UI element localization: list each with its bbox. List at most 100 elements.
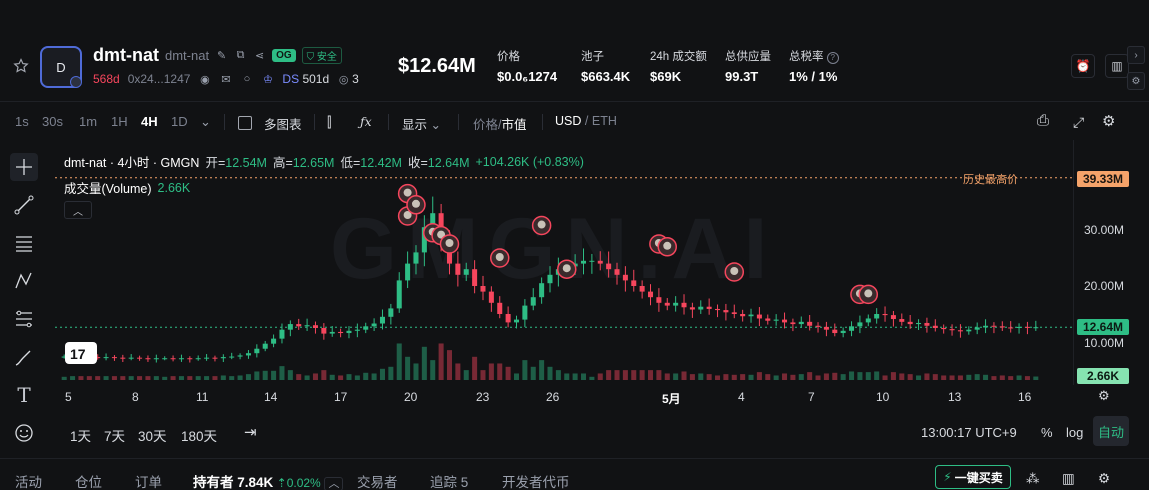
tab-activity[interactable]: 活动 — [15, 471, 42, 490]
bubbles-icon[interactable]: ⁂ — [1026, 471, 1040, 487]
search-icon[interactable]: ○ — [240, 73, 253, 86]
tab-dev-tokens[interactable]: 开发者代币 — [502, 471, 570, 490]
pattern-icon[interactable] — [10, 267, 38, 295]
percent-scale-toggle[interactable]: % — [1041, 425, 1053, 440]
tab-traders[interactable]: 交易者 — [357, 471, 398, 490]
timeframe-1s[interactable]: 1s — [15, 114, 29, 129]
candle-body — [974, 327, 980, 330]
range-1d[interactable]: 1天 — [70, 425, 91, 445]
axis-settings-icon[interactable]: ⚙ — [1098, 388, 1110, 404]
legend-title: dmt-nat · 4小时 · GMGN — [64, 156, 200, 170]
volume-bar — [530, 366, 536, 380]
candle-body — [689, 307, 695, 310]
volume-bar — [178, 376, 184, 380]
fib-levels-icon[interactable] — [10, 305, 38, 333]
candle-body — [111, 357, 117, 359]
panel-toggle-icon[interactable]: ▥ — [1105, 54, 1129, 78]
utc-clock[interactable]: 13:00:17 UTC+9 — [921, 425, 1017, 440]
candle-body — [304, 325, 310, 327]
alarm-clock-icon[interactable]: ⏰ — [1071, 54, 1095, 78]
volume-bar — [1016, 375, 1022, 380]
goto-date-icon[interactable]: ⇥ — [244, 423, 257, 441]
text-tool-icon[interactable]: T — [10, 381, 38, 409]
tab-holders[interactable]: 持有者 7.84K ⇡0.02% ︿ — [193, 471, 344, 490]
candle-body — [513, 319, 520, 323]
edit-icon[interactable]: ✎ — [215, 49, 228, 62]
price-mcap-toggle[interactable]: 价格/市值 — [473, 114, 527, 133]
candle-body — [631, 280, 637, 286]
tab-orders[interactable]: 订单 — [135, 471, 162, 490]
volume-bar — [664, 373, 670, 380]
favorite-star-icon[interactable] — [13, 58, 29, 74]
trend-line-icon[interactable] — [10, 191, 38, 219]
crown-icon: ♔ — [262, 73, 273, 86]
high-value: 12.65M — [292, 156, 335, 170]
range-30d[interactable]: 30天 — [138, 425, 167, 445]
volume-bar — [245, 374, 251, 380]
volume-bar — [70, 376, 76, 380]
help-icon[interactable]: ? — [826, 52, 839, 64]
volume-bar — [991, 376, 997, 380]
tab-positions[interactable]: 仓位 — [75, 471, 102, 490]
candle-body — [321, 328, 327, 334]
candle-body — [941, 328, 947, 330]
multi-chart-checkbox[interactable] — [238, 116, 252, 130]
expand-right-icon[interactable]: › — [1127, 46, 1145, 64]
candle-body — [287, 324, 293, 330]
horizontal-lines-icon[interactable] — [10, 229, 38, 257]
chart-canvas[interactable]: 17 — [55, 140, 1073, 385]
volume-bar — [555, 370, 561, 380]
volume-bar — [706, 374, 712, 380]
candle-body — [807, 321, 813, 326]
candle-body — [488, 291, 494, 303]
quick-buy-button[interactable]: ⚡ 一键买卖 — [935, 465, 1011, 489]
share-icon[interactable]: ⋖ — [253, 49, 266, 62]
camera-icon[interactable]: ⎙ — [1037, 112, 1049, 129]
settings-gear-icon[interactable]: ⚙ — [1127, 72, 1145, 90]
fullscreen-icon[interactable]: ⤢ — [1073, 114, 1084, 131]
layout-panel-icon[interactable]: ▥ — [1062, 471, 1075, 487]
date-tick: 14 — [264, 390, 278, 404]
candle-body — [497, 302, 503, 314]
indicators-fx-icon[interactable]: ƒx — [360, 114, 372, 129]
crosshair-icon[interactable] — [10, 153, 38, 181]
display-menu[interactable]: 显示 ⌄ — [402, 114, 441, 133]
token-address[interactable]: 0x24...1247 — [128, 72, 191, 86]
holders-chevron-icon[interactable]: ︿ — [324, 477, 344, 490]
timeframe-dropdown-chevron-icon[interactable]: ⌄ — [200, 114, 211, 130]
volume-bar — [1033, 376, 1039, 380]
timeframe-1h[interactable]: 1H — [111, 114, 128, 129]
candle-body — [790, 322, 796, 325]
globe-icon[interactable]: ◉ — [198, 73, 211, 86]
volume-bar — [673, 373, 679, 380]
chat-icon[interactable]: ✉ — [219, 73, 232, 86]
candle-body — [522, 305, 528, 320]
volume-bar — [220, 375, 226, 380]
candle-body — [178, 358, 184, 360]
volume-bar — [974, 374, 980, 380]
volume-bar — [874, 371, 880, 380]
brush-icon[interactable] — [10, 343, 38, 371]
timeframe-1m[interactable]: 1m — [79, 114, 97, 129]
timeframe-4h[interactable]: 4H — [141, 114, 158, 129]
multi-chart-label[interactable]: 多图表 — [264, 114, 302, 133]
timeframe-30s[interactable]: 30s — [42, 114, 63, 129]
volume-bar — [120, 376, 126, 380]
candle-type-icon[interactable]: ⫿ — [327, 114, 331, 131]
chart-settings-gear-icon[interactable]: ⚙ — [1102, 112, 1115, 130]
candle-body — [1024, 326, 1030, 328]
timeframe-1d[interactable]: 1D — [171, 114, 188, 129]
collapse-legend-chevron-icon[interactable]: ︿ — [64, 201, 92, 219]
log-scale-toggle[interactable]: log — [1066, 425, 1083, 440]
bottom-settings-gear-icon[interactable]: ⚙ — [1098, 471, 1110, 487]
auto-scale-toggle[interactable]: 自动 — [1093, 416, 1129, 446]
candle-body — [731, 312, 737, 314]
safe-badge: ⛉ 安全 — [301, 46, 342, 64]
currency-toggle[interactable]: USD / ETH — [555, 114, 617, 128]
candlestick-chart[interactable]: 17 — [55, 140, 1073, 385]
range-180d[interactable]: 180天 — [181, 425, 217, 445]
copy-icon[interactable]: ⧉ — [234, 49, 247, 62]
emoji-icon[interactable] — [10, 419, 38, 447]
tab-tracking[interactable]: 追踪 5 — [430, 471, 468, 490]
range-7d[interactable]: 7天 — [104, 425, 125, 445]
